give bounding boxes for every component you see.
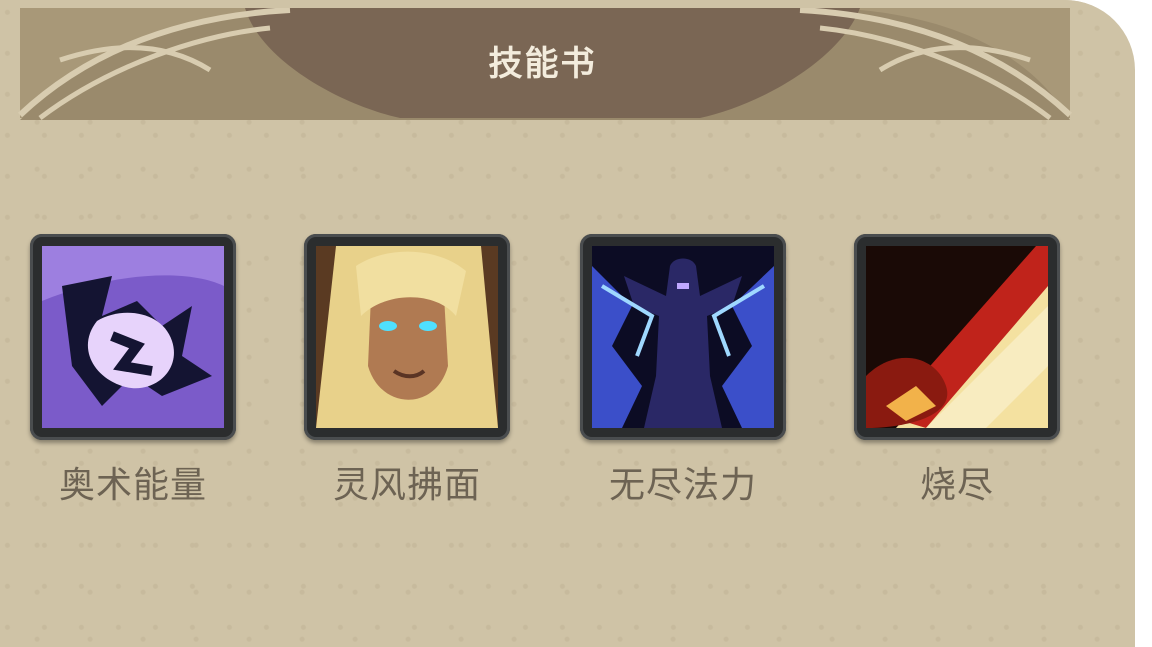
elf-face-icon: [316, 246, 498, 428]
arcane-energy-icon: [42, 246, 224, 428]
skill-name: 烧尽: [919, 465, 994, 506]
skill-icon-frame[interactable]: [30, 234, 236, 440]
burnout-icon: [866, 246, 1048, 428]
endless-mana-icon: [592, 246, 774, 428]
skill-name: 灵风拂面: [332, 465, 481, 506]
skill-icon-frame[interactable]: [304, 234, 510, 440]
skill-name: 奥术能量: [58, 465, 207, 506]
skill-icon-frame[interactable]: [580, 234, 786, 440]
skill-icon-frame[interactable]: [854, 234, 1060, 440]
skill-book-panel: 技能书 奥术能量 灵风拂面 无尽法力 烧尽: [0, 0, 1135, 647]
panel-title: 技能书: [488, 44, 597, 84]
skill-name: 无尽法力: [608, 465, 757, 506]
